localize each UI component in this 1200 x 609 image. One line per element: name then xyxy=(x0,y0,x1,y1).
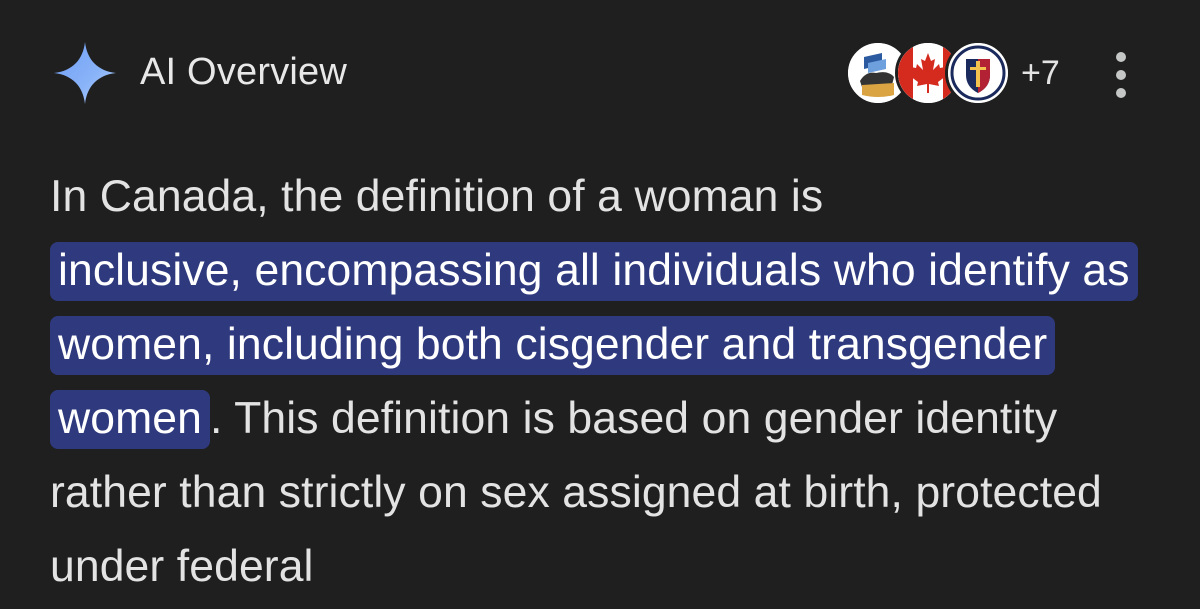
ai-overview-header: AI Overview +7 xyxy=(0,0,1200,150)
more-sources-count[interactable]: +7 xyxy=(1021,54,1060,93)
crest-shield-icon[interactable] xyxy=(945,40,1011,106)
answer-intro: In Canada, the definition of a woman is xyxy=(50,172,824,221)
ai-overview-title: AI Overview xyxy=(140,51,348,93)
menu-dot xyxy=(1116,52,1126,62)
more-vert-icon[interactable] xyxy=(1106,52,1136,98)
menu-dot xyxy=(1116,88,1126,98)
source-favicons[interactable]: +7 xyxy=(845,40,1060,106)
sparkle-icon xyxy=(54,42,116,104)
menu-dot xyxy=(1116,70,1126,80)
ai-overview-answer: In Canada, the definition of a woman is i… xyxy=(50,160,1160,604)
